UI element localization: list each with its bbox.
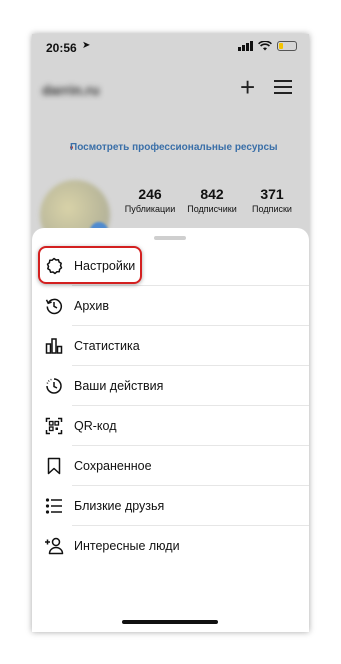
menu-item-label: Сохраненное [74,459,152,473]
create-plus-icon[interactable]: + [240,74,255,100]
qr-code-icon [44,416,64,436]
menu-item-statistics[interactable]: Статистика [32,326,309,366]
menu-item-label: Статистика [74,339,140,353]
stat-following-label: Подписки [252,204,292,214]
stat-following[interactable]: 371 Подписки [242,186,302,214]
status-time: 20:56 [46,41,77,55]
add-person-icon [44,536,64,556]
menu-item-qr-code[interactable]: QR-код [32,406,309,446]
menu-item-label: Настройки [74,259,136,273]
close-friends-list-icon [44,496,64,516]
archive-history-icon [44,296,64,316]
screenshot-frame: 20:56 ➤ darrin.ru + Посмотреть профессио… [0,0,341,664]
menu-item-label: Близкие друзья [74,499,165,513]
bookmark-icon [44,456,64,476]
wifi-icon [258,41,272,51]
stat-followers[interactable]: 842 Подписчики [182,186,242,214]
menu-item-label: Ваши действия [74,379,164,393]
professional-resources-link[interactable]: Посмотреть профессиональные ресурсы [70,142,278,153]
menu-item-archive[interactable]: Архив [32,286,309,326]
phone-screen: 20:56 ➤ darrin.ru + Посмотреть профессио… [32,34,309,632]
menu-item-label: Архив [74,299,110,313]
stat-posts-value: 246 [138,186,162,202]
cellular-signal-icon [238,41,253,51]
status-bar: 20:56 ➤ [32,34,309,62]
menu-item-your-activity[interactable]: Ваши действия [32,366,309,406]
stat-posts-label: Публикации [124,204,176,214]
menu-list: Настройки Архив Статистика Ваши действия… [32,246,309,566]
hamburger-menu-icon[interactable] [274,80,292,94]
menu-item-label: QR-код [74,419,117,433]
stat-posts[interactable]: 246 Публикации [120,186,180,214]
location-arrow-icon: ➤ [82,40,91,51]
battery-icon [277,41,297,51]
sheet-grabber[interactable] [154,236,186,240]
menu-item-saved[interactable]: Сохраненное [32,446,309,486]
stat-followers-value: 842 [200,186,224,202]
stat-following-value: 371 [260,186,284,202]
stat-followers-label: Подписчики [187,204,237,214]
activity-clock-icon [44,376,64,396]
menu-item-label: Интересные люди [74,539,180,553]
home-indicator[interactable] [122,620,218,624]
settings-gear-icon [44,256,64,276]
menu-item-discover-people[interactable]: Интересные люди [32,526,309,566]
bottom-sheet: Настройки Архив Статистика Ваши действия… [32,228,309,632]
bar-chart-icon [44,336,64,356]
menu-item-settings[interactable]: Настройки [32,246,309,286]
profile-username[interactable]: darrin.ru [42,82,100,98]
status-indicators [238,41,297,51]
menu-item-close-friends[interactable]: Близкие друзья [32,486,309,526]
